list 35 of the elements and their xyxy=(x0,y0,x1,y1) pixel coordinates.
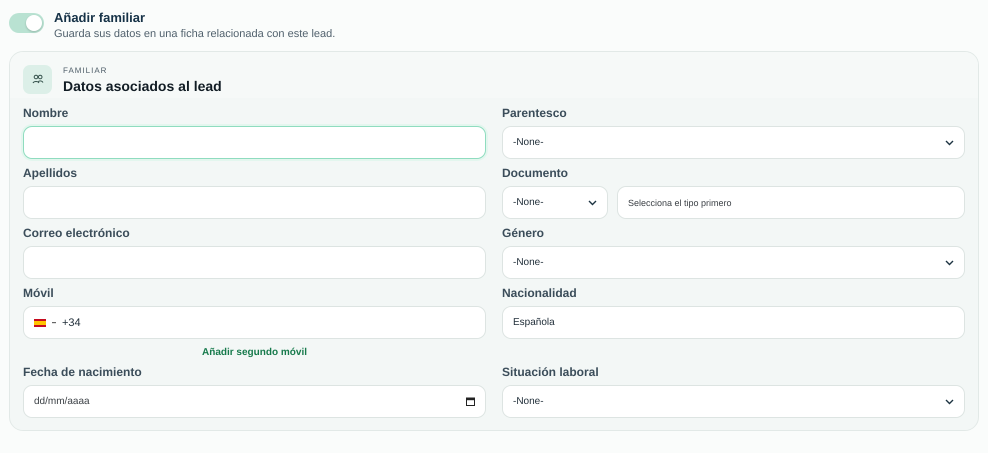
chevron-down-icon xyxy=(945,260,954,266)
field-label: Documento xyxy=(502,166,569,180)
add-phone-link[interactable]: Añadir segundo móvil xyxy=(202,347,307,358)
calendar-icon xyxy=(466,397,475,406)
people-icon xyxy=(23,65,52,94)
caret-icon xyxy=(52,322,56,324)
text-field[interactable] xyxy=(23,126,486,159)
select-dropdown[interactable]: -None- xyxy=(502,246,965,279)
field-label: Género xyxy=(502,226,546,240)
section-eyebrow: FAMILIAR xyxy=(63,66,108,74)
field-label: Correo electrónico xyxy=(23,226,131,240)
text-field[interactable]: Española xyxy=(502,306,965,339)
field-label: Apellidos xyxy=(23,166,78,180)
select-dropdown[interactable]: -None- xyxy=(502,126,965,159)
flag-icon xyxy=(34,318,46,326)
field-label: Situación laboral xyxy=(502,365,600,379)
text-field[interactable] xyxy=(23,246,486,279)
toggle-switch[interactable] xyxy=(9,13,44,33)
select-dropdown[interactable]: -None- xyxy=(502,385,965,418)
chevron-down-icon xyxy=(945,140,954,146)
text-field[interactable] xyxy=(23,186,486,219)
field-label: Fecha de nacimiento xyxy=(23,365,143,379)
field-label: Nombre xyxy=(23,106,70,120)
date-field[interactable]: dd/mm/aaaa xyxy=(23,385,486,418)
toggle-label: Añadir familiar xyxy=(54,10,146,25)
phone-field[interactable]: +34 xyxy=(23,306,486,339)
chevron-down-icon xyxy=(588,200,597,206)
field-label: Nacionalidad xyxy=(502,286,578,300)
field-label: Parentesco xyxy=(502,106,568,120)
field-label: Móvil xyxy=(23,286,55,300)
select-dropdown[interactable]: -None- xyxy=(502,186,608,219)
section-title: Datos asociados al lead xyxy=(63,78,222,94)
text-field[interactable]: Selecciona el tipo primero xyxy=(617,186,965,219)
toggle-description: Guarda sus datos en una ficha relacionada con este lead. xyxy=(54,28,336,40)
chevron-down-icon xyxy=(945,398,954,404)
